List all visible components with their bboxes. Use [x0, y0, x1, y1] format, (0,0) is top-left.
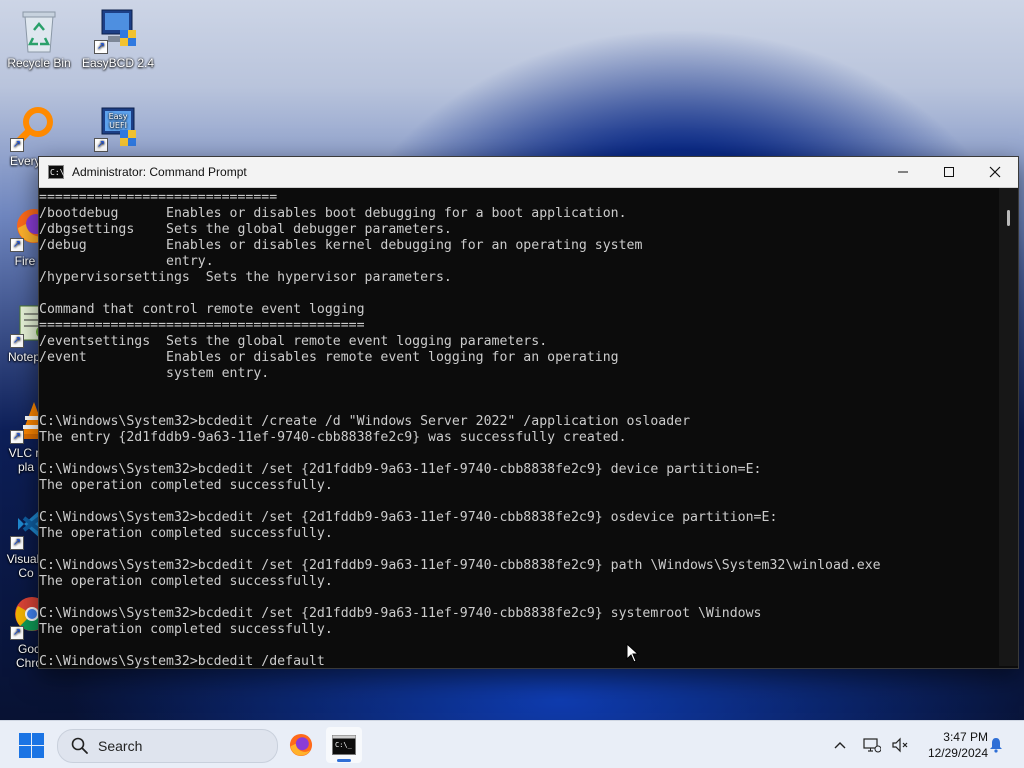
active-app-indicator	[337, 759, 351, 762]
volume-button[interactable]	[888, 737, 912, 753]
desktop-icon-firefox[interactable]: ↗ Fire	[0, 206, 51, 268]
terminal-icon: C:\_	[332, 735, 356, 755]
close-icon	[989, 166, 1001, 178]
shortcut-arrow-icon: ↗	[94, 138, 108, 152]
vertical-scrollbar[interactable]	[999, 188, 1018, 666]
search-icon	[71, 737, 88, 754]
console-output[interactable]: ==============================/bootdebug…	[39, 188, 999, 668]
taskbar-command-prompt[interactable]: C:\_	[326, 727, 362, 763]
desktop-icon-label: Fire	[14, 254, 36, 268]
svg-text:C:\_: C:\_	[335, 741, 353, 749]
window-controls	[880, 157, 1018, 187]
console-line: The entry {2d1fddb9-9a63-11ef-9740-cbb88…	[39, 430, 627, 445]
command-prompt-window[interactable]: C:\_ Administrator: Command Prompt =====…	[38, 156, 1019, 669]
console-line: The operation completed successfully.	[39, 574, 333, 589]
easybcd-icon: ↗	[94, 8, 140, 54]
search-placeholder: Search	[98, 738, 143, 754]
desktop-icon-label: VLC r	[8, 446, 40, 460]
desktop-icon-label: Visual	[6, 552, 40, 566]
console-line: C:\Windows\System32>bcdedit /set {2d1fdd…	[39, 510, 778, 525]
scrollbar-thumb[interactable]	[1007, 210, 1010, 226]
console-line: ==============================	[39, 190, 278, 205]
bell-icon	[990, 738, 1002, 753]
shortcut-arrow-icon: ↗	[10, 536, 24, 550]
console-line: /bootdebug Enables or disables boot debu…	[39, 206, 627, 221]
console-line: /dbgsettings Sets the global debugger pa…	[39, 222, 452, 237]
desktop-icon-vscode[interactable]: ↗ Visual Co	[0, 504, 50, 580]
console-line: C:\Windows\System32>bcdedit /create /d "…	[39, 414, 691, 429]
console-line: /event Enables or disables remote event …	[39, 350, 619, 365]
show-hidden-icons-button[interactable]	[830, 741, 850, 749]
taskbar-firefox[interactable]	[283, 727, 319, 763]
console-line: The operation completed successfully.	[39, 478, 333, 493]
desktop-icon-easyuefi[interactable]: Easy UEFI ↗	[80, 106, 156, 154]
maximize-button[interactable]	[926, 157, 972, 187]
system-tray	[830, 721, 912, 768]
taskbar: Search C:\_ 3:47 PM 12/29/2024	[0, 720, 1024, 768]
shortcut-arrow-icon: ↗	[10, 626, 24, 640]
console-line: system entry.	[39, 366, 270, 381]
clock-time: 3:47 PM	[943, 730, 988, 744]
shortcut-arrow-icon: ↗	[10, 430, 24, 444]
console-line: C:\Windows\System32>bcdedit /set {2d1fdd…	[39, 462, 762, 477]
console-line: C:\Windows\System32>bcdedit /default	[39, 654, 325, 668]
desktop-icon-recycle-bin[interactable]: Recycle Bin	[1, 8, 77, 70]
recycle-bin-icon	[17, 8, 61, 53]
console-line: /debug Enables or disables kernel debugg…	[39, 238, 643, 253]
console-line: Command that control remote event loggin…	[39, 302, 365, 317]
cmd-app-icon: C:\_	[48, 165, 69, 179]
console-line: C:\Windows\System32>bcdedit /set {2d1fdd…	[39, 606, 762, 621]
desktop-icon-vlc[interactable]: ↗ VLC r pla	[0, 398, 49, 474]
desktop-icon-notepad[interactable]: ↗ Notep	[0, 302, 48, 364]
mouse-pointer-icon	[626, 642, 640, 668]
magnifier-icon: ↗	[10, 106, 56, 152]
volume-muted-icon	[892, 737, 908, 753]
minimize-icon	[898, 171, 908, 173]
shortcut-arrow-icon: ↗	[94, 40, 108, 54]
network-button[interactable]	[858, 737, 886, 753]
console-line: entry.	[39, 254, 214, 269]
desktop-icon-label: pla	[17, 460, 34, 474]
notifications-button[interactable]	[988, 737, 1004, 758]
minimize-button[interactable]	[880, 157, 926, 187]
console-line: C:\Windows\System32>bcdedit /set {2d1fdd…	[39, 558, 881, 573]
window-title: Administrator: Command Prompt	[72, 165, 247, 179]
window-titlebar[interactable]: C:\_ Administrator: Command Prompt	[39, 157, 1018, 188]
start-button[interactable]	[19, 733, 44, 758]
console-line: /eventsettings Sets the global remote ev…	[39, 334, 548, 349]
taskbar-clock[interactable]: 3:47 PM 12/29/2024	[914, 729, 988, 761]
taskbar-search-box[interactable]: Search	[57, 729, 278, 763]
maximize-icon	[944, 167, 954, 177]
windows-logo-icon	[19, 733, 31, 745]
console-line: The operation completed successfully.	[39, 622, 333, 637]
console-line: The operation completed successfully.	[39, 526, 333, 541]
shortcut-arrow-icon: ↗	[10, 238, 24, 252]
desktop-icon-label: Notep	[8, 350, 41, 364]
svg-text:UEFI: UEFI	[109, 121, 127, 130]
desktop-icon-label: Co	[18, 566, 34, 580]
network-icon	[863, 738, 881, 753]
svg-text:Easy: Easy	[109, 112, 128, 121]
desktop-icon-everything[interactable]: ↗ Every	[0, 106, 53, 168]
close-button[interactable]	[972, 157, 1018, 187]
easyuefi-icon: Easy UEFI ↗	[94, 106, 140, 152]
desktop-icon-easybcd[interactable]: ↗ EasyBCD 2.4	[80, 8, 156, 70]
console-line: /hypervisorsettings Sets the hypervisor …	[39, 270, 452, 285]
console-line: ========================================…	[39, 318, 365, 333]
clock-date: 12/29/2024	[927, 746, 988, 760]
firefox-icon	[289, 733, 313, 757]
desktop-icon-label: EasyBCD 2.4	[81, 56, 155, 70]
shortcut-arrow-icon: ↗	[10, 334, 24, 348]
chevron-up-icon	[834, 742, 846, 749]
shortcut-arrow-icon: ↗	[10, 138, 24, 152]
desktop-icon-label: Recycle Bin	[7, 56, 71, 70]
